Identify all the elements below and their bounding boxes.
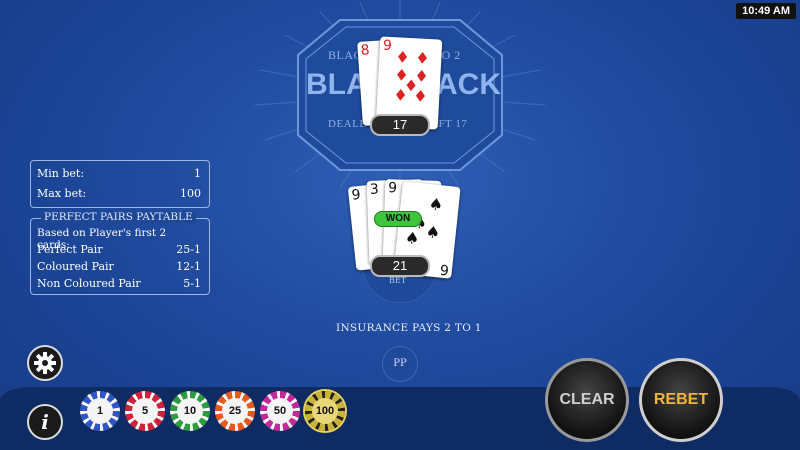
chip-1[interactable]: 1 [80, 391, 120, 431]
paytable-row-value: 25-1 [176, 243, 201, 256]
chip-value: 25 [222, 398, 248, 424]
card-rank: 8 [360, 42, 371, 59]
chip-10[interactable]: 10 [170, 391, 210, 431]
diamond-icon: ♦ [414, 48, 431, 69]
spade-icon: ♠ [427, 194, 445, 215]
diamond-icon: ♦ [394, 47, 411, 67]
badge-bottom-left-text: DEALE [328, 118, 367, 130]
spade-icon: ♠ [404, 227, 421, 249]
bet-spot-label: BET [389, 276, 407, 285]
info-icon: i [41, 410, 49, 434]
card-rank: 9 [350, 186, 362, 204]
won-badge: WON [374, 211, 422, 227]
card-rank: 9 [387, 180, 398, 197]
status-clock: 10:49 AM [736, 3, 796, 19]
chip-value: 50 [267, 398, 293, 424]
card-rank: 9 [382, 37, 393, 55]
min-bet-label: Min bet: [37, 167, 85, 180]
card-rank: 3 [369, 181, 380, 198]
max-bet-label: Max bet: [37, 187, 87, 200]
gear-icon [34, 352, 56, 374]
badge-title-right: ACK [436, 68, 501, 101]
dealer-total: 17 [370, 114, 430, 136]
min-bet-value: 1 [194, 167, 201, 180]
insurance-text: INSURANCE PAYS 2 TO 1 [336, 322, 482, 334]
paytable-row-value: 12-1 [176, 260, 201, 273]
chip-value: 100 [312, 398, 338, 424]
paytable-row-label: Perfect Pair [37, 243, 103, 256]
info-button[interactable]: i [27, 404, 63, 440]
player-total: 21 [370, 255, 430, 277]
paytable-row-value: 5-1 [183, 277, 201, 290]
chip-5[interactable]: 5 [125, 391, 165, 431]
chip-value: 1 [87, 398, 113, 424]
chip-value: 10 [177, 398, 203, 424]
max-bet-value: 100 [180, 187, 201, 200]
card-rank: 6 [439, 260, 450, 278]
paytable-row-label: Coloured Pair [37, 260, 114, 273]
diamond-icon: ♦ [412, 86, 429, 106]
diamond-icon: ♦ [392, 85, 409, 105]
clear-button[interactable]: CLEAR [545, 358, 629, 442]
perfect-pairs-bet-spot[interactable]: PP [382, 346, 418, 382]
paytable-title: PERFECT PAIRS PAYTABLE [41, 211, 196, 223]
chip-100[interactable]: 100 [305, 391, 345, 431]
rebet-button[interactable]: REBET [639, 358, 723, 442]
chip-50[interactable]: 50 [260, 391, 300, 431]
chip-25[interactable]: 25 [215, 391, 255, 431]
perfect-pairs-paytable: PERFECT PAIRS PAYTABLE Based on Player's… [30, 211, 210, 295]
settings-button[interactable] [27, 345, 63, 381]
chip-value: 5 [132, 398, 158, 424]
paytable-row-label: Non Coloured Pair [37, 277, 141, 290]
spade-icon: ♠ [424, 221, 442, 243]
bet-limits-panel: Min bet: 1 Max bet: 100 [30, 160, 210, 208]
